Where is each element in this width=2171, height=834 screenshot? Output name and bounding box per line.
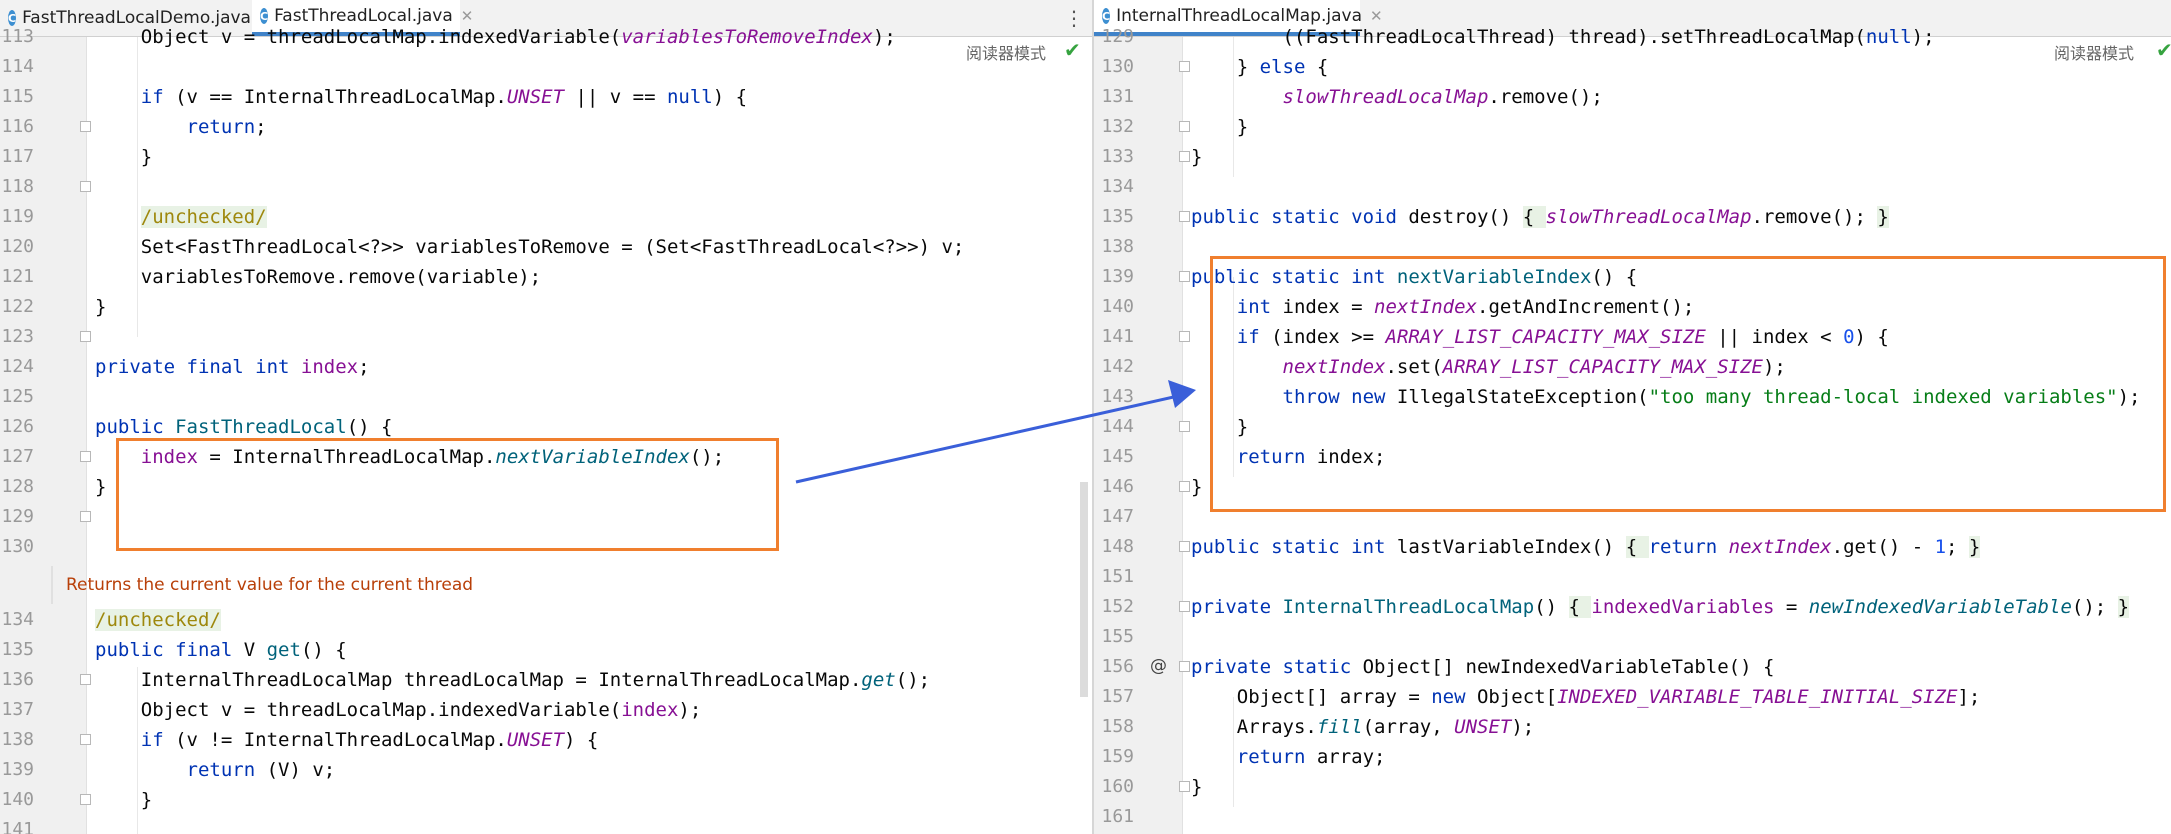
code-line: } bbox=[95, 476, 107, 498]
code-line: private InternalThreadLocalMap() { index… bbox=[1191, 596, 2130, 618]
line-number: 123 bbox=[1, 326, 34, 347]
line-number: 159 bbox=[1101, 746, 1134, 767]
code-line: Object[] array = new Object[INDEXED_VARI… bbox=[1191, 686, 1981, 708]
line-number: 132 bbox=[1101, 116, 1134, 137]
line-number: 135 bbox=[1, 639, 34, 660]
line-number: 113 bbox=[1, 26, 34, 47]
line-number: 114 bbox=[1, 56, 34, 77]
more-options-icon[interactable]: ⋮ bbox=[1064, 0, 1084, 36]
code-line: variablesToRemove.remove(variable); bbox=[95, 266, 542, 288]
line-number-gutter: 113 114 115 116 117 118 119 120 121 122 … bbox=[0, 26, 91, 834]
code-line: private final int index; bbox=[95, 356, 370, 378]
code-line: public final V get() { bbox=[95, 639, 347, 661]
line-number: 121 bbox=[1, 266, 34, 287]
line-number: 140 bbox=[1101, 296, 1134, 317]
line-number: 125 bbox=[1, 386, 34, 407]
highlight-box-nextvariableindex bbox=[1210, 256, 2166, 512]
line-number: 118 bbox=[1, 176, 34, 197]
line-number: 135 bbox=[1101, 206, 1134, 227]
line-number: 148 bbox=[1101, 536, 1134, 557]
line-number: 117 bbox=[1, 146, 34, 167]
code-line: } bbox=[1191, 776, 1203, 798]
line-number: 151 bbox=[1101, 566, 1134, 587]
code-line: Arrays.fill(array, UNSET); bbox=[1191, 716, 1535, 738]
line-number: 130 bbox=[1101, 56, 1134, 77]
code-line: } bbox=[1191, 116, 1249, 138]
override-marker-icon[interactable]: @ bbox=[1150, 656, 1167, 676]
code-line: public static int lastVariableIndex() { … bbox=[1191, 536, 1981, 558]
line-number: 160 bbox=[1101, 776, 1134, 797]
line-number: 144 bbox=[1101, 416, 1134, 437]
code-line: /unchecked/ bbox=[140, 206, 267, 228]
line-number: 146 bbox=[1101, 476, 1134, 497]
line-number: 156 bbox=[1101, 656, 1134, 677]
reader-mode-toggle[interactable]: 阅读器模式 bbox=[2054, 40, 2134, 64]
code-line: public static void destroy() { slowThrea… bbox=[1191, 206, 1889, 228]
code-line: if (v == InternalThreadLocalMap.UNSET ||… bbox=[140, 86, 748, 108]
code-line: } bbox=[1191, 476, 1203, 498]
code-line: } else { bbox=[1191, 56, 1329, 78]
line-number: 120 bbox=[1, 236, 34, 257]
line-number: 141 bbox=[1101, 326, 1134, 347]
line-number: 130 bbox=[1, 536, 34, 557]
line-number: 129 bbox=[1101, 26, 1134, 47]
line-number: 133 bbox=[1101, 146, 1134, 167]
code-line: return array; bbox=[1236, 746, 1386, 768]
line-number: 145 bbox=[1101, 446, 1134, 467]
code-line: Object v = threadLocalMap.indexedVariabl… bbox=[95, 26, 896, 48]
line-number: 147 bbox=[1101, 506, 1134, 527]
editor-pane-right: C InternalThreadLocalMap.java ✕ 129 130 … bbox=[1094, 0, 2171, 834]
line-number: 158 bbox=[1101, 716, 1134, 737]
code-line: } bbox=[1191, 146, 1203, 168]
line-number: 161 bbox=[1101, 806, 1134, 827]
line-number: 115 bbox=[1, 86, 34, 107]
code-line: return (V) v; bbox=[186, 759, 336, 781]
code-line: Object v = threadLocalMap.indexedVariabl… bbox=[95, 699, 702, 721]
line-number: 137 bbox=[1, 699, 34, 720]
line-number: 155 bbox=[1101, 626, 1134, 647]
code-line: return; bbox=[186, 116, 267, 138]
rendered-doc-comment[interactable]: Returns the current value for the curren… bbox=[51, 566, 666, 604]
code-line: } bbox=[95, 146, 153, 168]
line-number: 116 bbox=[1, 116, 34, 137]
line-number: 136 bbox=[1, 669, 34, 690]
code-line: if (v != InternalThreadLocalMap.UNSET) { bbox=[140, 729, 599, 751]
code-line: } bbox=[95, 789, 153, 811]
line-number: 138 bbox=[1, 729, 34, 750]
code-line: slowThreadLocalMap.remove(); bbox=[1282, 86, 1603, 108]
code-line: InternalThreadLocalMap threadLocalMap = … bbox=[95, 669, 931, 691]
inspection-ok-icon[interactable]: ✔ bbox=[1064, 38, 1081, 62]
line-number: 152 bbox=[1101, 596, 1134, 617]
line-number: 124 bbox=[1, 356, 34, 377]
code-line: ((FastThreadLocalThread) thread).setThre… bbox=[1191, 26, 1935, 48]
line-number: 122 bbox=[1, 296, 34, 317]
editor-pane-left: C FastThreadLocalDemo.java ✕ C FastThrea… bbox=[0, 0, 1092, 834]
vertical-scrollbar[interactable] bbox=[1080, 482, 1088, 697]
line-number: 127 bbox=[1, 446, 34, 467]
line-number-gutter: 129 130 131 132 133 134 135 138 139 140 … bbox=[1094, 26, 1190, 834]
code-line: /unchecked/ bbox=[95, 609, 221, 631]
line-number: 134 bbox=[1, 609, 34, 630]
reader-mode-toggle[interactable]: 阅读器模式 bbox=[966, 40, 1046, 64]
code-line: private static Object[] newIndexedVariab… bbox=[1191, 656, 1775, 678]
line-number: 134 bbox=[1101, 176, 1134, 197]
line-number: 141 bbox=[1, 819, 34, 834]
line-number: 140 bbox=[1, 789, 34, 810]
line-number: 119 bbox=[1, 206, 34, 227]
line-number: 139 bbox=[1, 759, 34, 780]
line-number: 142 bbox=[1101, 356, 1134, 377]
code-line: } bbox=[95, 296, 107, 318]
code-editor[interactable]: Object v = threadLocalMap.indexedVariabl… bbox=[87, 26, 1092, 834]
line-number: 128 bbox=[1, 476, 34, 497]
line-number: 139 bbox=[1101, 266, 1134, 287]
highlight-box-constructor bbox=[116, 438, 779, 551]
inspection-ok-icon[interactable]: ✔ bbox=[2156, 38, 2171, 62]
line-number: 138 bbox=[1101, 236, 1134, 257]
line-number: 126 bbox=[1, 416, 34, 437]
line-number: 131 bbox=[1101, 86, 1134, 107]
line-number: 129 bbox=[1, 506, 34, 527]
line-number: 157 bbox=[1101, 686, 1134, 707]
code-line: Set<FastThreadLocal<?>> variablesToRemov… bbox=[95, 236, 965, 258]
line-number: 143 bbox=[1101, 386, 1134, 407]
